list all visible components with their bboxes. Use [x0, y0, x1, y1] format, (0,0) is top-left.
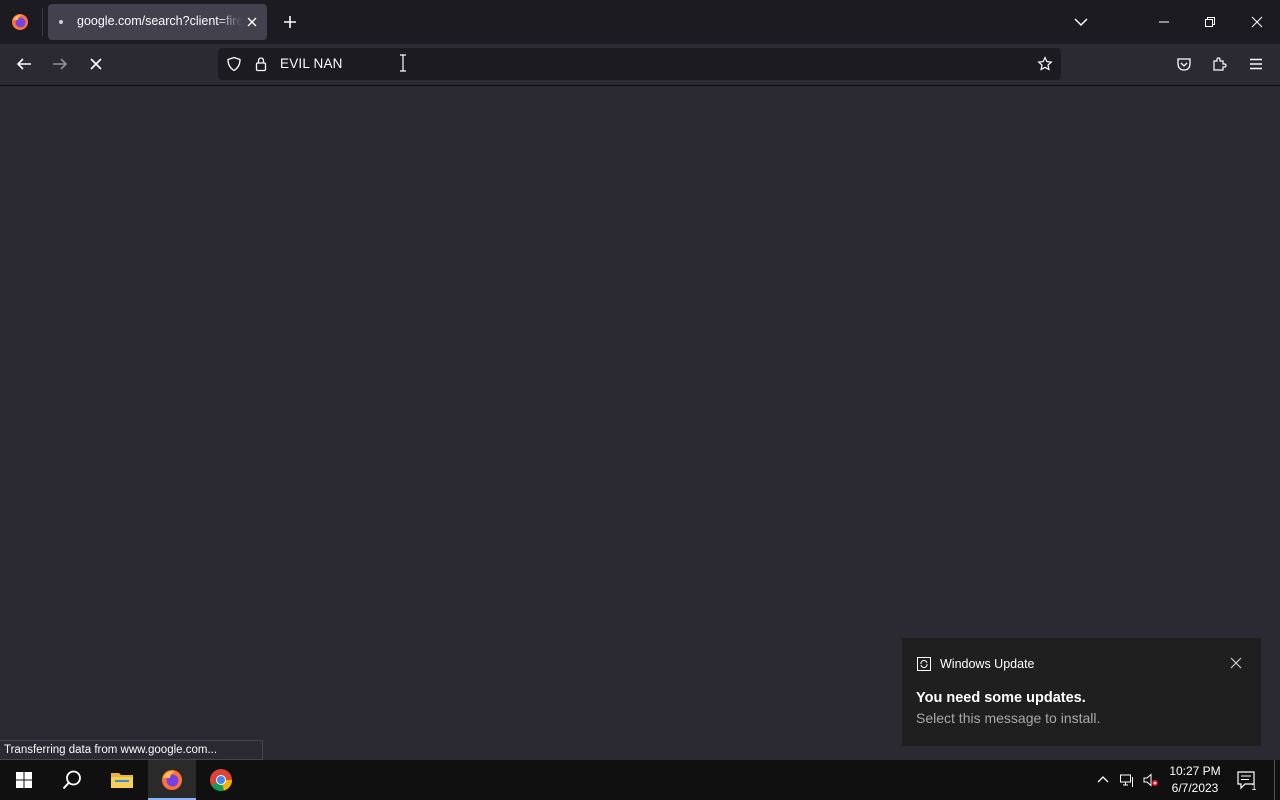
- tab-separator: [42, 8, 43, 36]
- dismiss-notification-icon[interactable]: [1229, 656, 1243, 670]
- pocket-icon: [1177, 58, 1191, 71]
- windows-logo-icon: [16, 772, 32, 788]
- stop-loading-button[interactable]: [86, 54, 106, 74]
- chevron-up-icon[interactable]: [1095, 772, 1111, 788]
- file-explorer-button[interactable]: [98, 760, 146, 800]
- system-clock[interactable]: 10:27 PM 6/7/2023: [1162, 763, 1228, 797]
- start-button[interactable]: [0, 760, 48, 800]
- hamburger-menu-icon: [1250, 58, 1262, 70]
- close-tab-icon[interactable]: [244, 14, 260, 30]
- network-icon[interactable]: [1119, 772, 1135, 788]
- minimize-icon: [1159, 21, 1169, 23]
- tab-google-search[interactable]: google.com/search?client=firefox: [48, 4, 267, 40]
- status-panel: Transferring data from www.google.com...: [0, 740, 263, 760]
- notification-heading: You need some updates.: [916, 690, 1086, 706]
- extensions-button[interactable]: [1210, 54, 1230, 74]
- address-bar[interactable]: EVIL NAN: [218, 48, 1061, 80]
- firefox-taskbar-button[interactable]: [148, 760, 196, 800]
- notification-count-badge: 1: [1251, 782, 1257, 792]
- minimize-button[interactable]: [1141, 0, 1187, 44]
- tab-loading-indicator: [59, 20, 63, 24]
- clock-date: 6/7/2023: [1171, 781, 1219, 795]
- tab-strip: google.com/search?client=firefox: [0, 0, 1280, 44]
- close-window-button[interactable]: [1234, 0, 1280, 44]
- navigation-toolbar: EVIL NAN: [0, 44, 1280, 86]
- clock-time: 10:27 PM: [1169, 764, 1221, 778]
- chrome-taskbar-button[interactable]: [197, 760, 245, 800]
- firefox-menu-icon[interactable]: [10, 12, 30, 32]
- chrome-icon: [210, 769, 233, 792]
- forward-arrow-icon: [53, 58, 68, 70]
- search-icon: [62, 770, 81, 790]
- forward-button[interactable]: [50, 54, 70, 74]
- search-button[interactable]: [48, 760, 96, 800]
- tracking-protection-shield-icon[interactable]: [226, 56, 242, 72]
- windows-update-notification[interactable]: Windows Update You need some updates. Se…: [901, 637, 1262, 747]
- list-all-tabs-icon[interactable]: [1071, 12, 1091, 32]
- new-tab-icon[interactable]: [280, 12, 300, 32]
- back-button[interactable]: [14, 54, 34, 74]
- stop-icon: [90, 58, 102, 70]
- volume-muted-icon[interactable]: [1143, 772, 1159, 788]
- tab-title: google.com/search?client=firefox: [77, 14, 242, 28]
- restore-icon: [1205, 17, 1215, 27]
- show-desktop-button[interactable]: [1274, 760, 1275, 800]
- windows-taskbar: 10:27 PM 6/7/2023 1: [0, 760, 1280, 800]
- close-icon: [1251, 16, 1263, 28]
- notification-body: Select this message to install.: [916, 710, 1101, 726]
- pocket-button[interactable]: [1174, 54, 1194, 74]
- puzzle-piece-icon: [1213, 57, 1227, 71]
- restore-button[interactable]: [1187, 0, 1233, 44]
- windows-update-icon: [917, 657, 931, 671]
- app-menu-button[interactable]: [1246, 54, 1266, 74]
- folder-icon: [111, 773, 133, 788]
- notification-app-name: Windows Update: [940, 657, 1035, 671]
- address-input[interactable]: EVIL NAN: [280, 56, 343, 71]
- text-cursor-icon: [400, 54, 406, 72]
- bookmark-star-icon[interactable]: [1037, 56, 1053, 72]
- firefox-icon: [162, 770, 182, 790]
- lock-icon[interactable]: [253, 56, 269, 72]
- back-arrow-icon: [16, 58, 31, 70]
